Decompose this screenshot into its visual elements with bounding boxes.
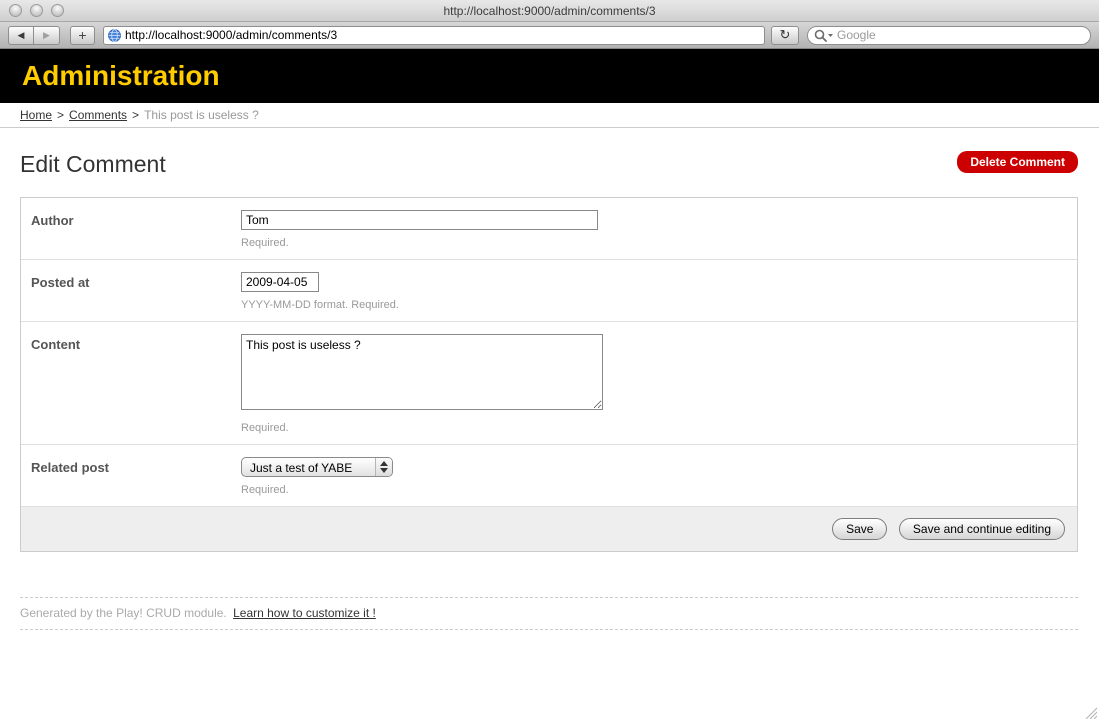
add-bookmark-button[interactable]: +: [70, 26, 95, 45]
window-minimize-button[interactable]: [30, 4, 43, 17]
posted-at-input[interactable]: [241, 272, 319, 292]
form-row-related-post: Related post Just a test of YABE Require…: [21, 445, 1077, 506]
related-post-select[interactable]: Just a test of YABE: [241, 457, 393, 477]
search-bar[interactable]: [807, 26, 1091, 45]
save-button[interactable]: Save: [832, 518, 887, 540]
related-post-label: Related post: [31, 457, 241, 496]
window-zoom-button[interactable]: [51, 4, 64, 17]
breadcrumb: Home > Comments > This post is useless ?: [0, 103, 1099, 128]
related-post-selected-value: Just a test of YABE: [242, 458, 375, 476]
form-row-posted-at: Posted at YYYY-MM-DD format. Required.: [21, 260, 1077, 322]
breadcrumb-home-link[interactable]: Home: [20, 108, 52, 122]
window-title: http://localhost:9000/admin/comments/3: [443, 4, 655, 18]
window-titlebar[interactable]: http://localhost:9000/admin/comments/3: [0, 0, 1099, 22]
form-row-content: Content This post is useless ? Required.: [21, 322, 1077, 445]
author-label: Author: [31, 210, 241, 249]
content-textarea[interactable]: This post is useless ?: [241, 334, 603, 410]
content-label: Content: [31, 334, 241, 434]
address-bar[interactable]: [103, 26, 765, 45]
globe-favicon-icon: [108, 29, 121, 42]
browser-toolbar: ◀ ▶ + ↻: [0, 22, 1099, 49]
back-button[interactable]: ◀: [8, 26, 34, 45]
author-help-text: Required.: [241, 237, 1067, 249]
back-icon: ◀: [18, 30, 25, 40]
delete-comment-button[interactable]: Delete Comment: [957, 151, 1078, 173]
reload-icon: ↻: [780, 27, 791, 42]
window-controls: [9, 4, 64, 17]
forward-icon: ▶: [43, 30, 50, 40]
window-close-button[interactable]: [9, 4, 22, 17]
form-row-author: Author Required.: [21, 198, 1077, 260]
posted-at-label: Posted at: [31, 272, 241, 311]
forward-button[interactable]: ▶: [34, 26, 60, 45]
edit-comment-form: Author Required. Posted at YYYY-MM-DD fo…: [20, 197, 1078, 552]
footer-text: Generated by the Play! CRUD module.: [20, 606, 227, 620]
form-actions-bar: Save Save and continue editing: [21, 506, 1077, 551]
footer: Generated by the Play! CRUD module. Lear…: [20, 597, 1078, 630]
main-content: Edit Comment Delete Comment Author Requi…: [0, 151, 1099, 630]
search-input[interactable]: [837, 28, 1082, 43]
plus-icon: +: [78, 27, 86, 43]
breadcrumb-comments-link[interactable]: Comments: [69, 108, 127, 122]
window-resize-grip[interactable]: [1083, 705, 1097, 719]
customize-link[interactable]: Learn how to customize it !: [233, 606, 376, 620]
app-title: Administration: [0, 60, 220, 92]
related-post-help-text: Required.: [241, 484, 1067, 496]
breadcrumb-current-item: This post is useless ?: [144, 108, 259, 122]
save-continue-button[interactable]: Save and continue editing: [899, 518, 1065, 540]
breadcrumb-separator: >: [132, 108, 139, 122]
posted-at-help-text: YYYY-MM-DD format. Required.: [241, 299, 1067, 311]
content-help-text: Required.: [241, 422, 1067, 434]
app-header: Administration: [0, 49, 1099, 103]
nav-button-group: ◀ ▶: [8, 26, 60, 45]
url-input[interactable]: [125, 28, 760, 43]
select-stepper-icon: [375, 458, 392, 476]
search-icon: [814, 29, 834, 42]
author-input[interactable]: [241, 210, 598, 230]
reload-button[interactable]: ↻: [771, 26, 799, 45]
breadcrumb-separator: >: [57, 108, 64, 122]
page-title: Edit Comment: [20, 151, 1078, 178]
